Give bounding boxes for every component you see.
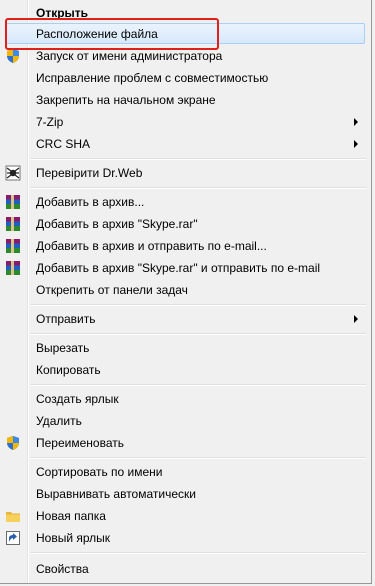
menu-item-label: Открепить от панели задач	[36, 283, 188, 297]
uac-shield-icon	[5, 435, 21, 451]
menu-item-label: Добавить в архив...	[36, 195, 145, 209]
menu-item-7zip[interactable]: 7-Zip	[2, 111, 368, 133]
menu-item-auto-arrange[interactable]: Выравнивать автоматически	[2, 483, 368, 505]
uac-shield-icon	[5, 48, 21, 64]
menu-item-label: Перевірити Dr.Web	[36, 166, 143, 180]
menu-item-label: 7-Zip	[36, 115, 64, 129]
menu-item-create-shortcut[interactable]: Создать ярлык	[2, 388, 368, 410]
menu-item-copy[interactable]: Копировать	[2, 359, 368, 381]
menu-separator	[30, 457, 366, 459]
shortcut-arrow-icon	[5, 530, 21, 546]
menu-item-properties[interactable]: Свойства	[2, 558, 368, 580]
menu-separator	[30, 304, 366, 306]
menu-item-add-to-skype-rar-and-email[interactable]: Добавить в архив "Skype.rar" и отправить…	[2, 257, 368, 279]
submenu-arrow-icon	[354, 118, 358, 126]
folder-icon	[5, 508, 21, 524]
menu-item-label: Отправить	[36, 312, 96, 326]
menu-item-label: Запуск от имени администратора	[36, 49, 223, 63]
menu-separator	[30, 384, 366, 386]
menu-separator	[30, 333, 366, 335]
menu-item-rename[interactable]: Переименовать	[2, 432, 368, 454]
submenu-arrow-icon	[354, 315, 358, 323]
menu-separator	[30, 187, 366, 189]
menu-item-new-shortcut[interactable]: Новый ярлык	[2, 527, 368, 549]
menu-item-crc-sha[interactable]: CRC SHA	[2, 133, 368, 155]
menu-item-label: Выравнивать автоматически	[36, 487, 196, 501]
menu-item-label: Переименовать	[36, 436, 124, 450]
menu-item-label: Вырезать	[36, 341, 90, 355]
menu-item-label: Новый ярлык	[36, 531, 111, 545]
menu-item-pin-to-start[interactable]: Закрепить на начальном экране	[2, 89, 368, 111]
red-annotation-box	[5, 18, 219, 50]
winrar-books-icon	[5, 216, 21, 232]
winrar-books-icon	[5, 238, 21, 254]
menu-item-label: Новая папка	[36, 509, 106, 523]
menu-item-delete[interactable]: Удалить	[2, 410, 368, 432]
menu-item-label: Свойства	[36, 562, 89, 576]
menu-item-label: Копировать	[36, 363, 101, 377]
submenu-arrow-icon	[354, 140, 358, 148]
menu-item-send-to[interactable]: Отправить	[2, 308, 368, 330]
context-menu: Открыть Расположение файла Запуск от име…	[0, 0, 372, 584]
menu-separator	[30, 552, 366, 554]
menu-item-add-to-archive-and-email[interactable]: Добавить в архив и отправить по e-mail..…	[2, 235, 368, 257]
menu-item-label: Закрепить на начальном экране	[36, 93, 216, 107]
menu-item-unpin-from-taskbar[interactable]: Открепить от панели задач	[2, 279, 368, 301]
menu-item-label: Сортировать по имени	[36, 465, 163, 479]
menu-item-sort-by-name[interactable]: Сортировать по имени	[2, 461, 368, 483]
menu-item-drweb-scan[interactable]: Перевірити Dr.Web	[2, 162, 368, 184]
winrar-books-icon	[5, 194, 21, 210]
menu-item-add-to-archive[interactable]: Добавить в архив...	[2, 191, 368, 213]
menu-item-label: CRC SHA	[36, 137, 91, 151]
menu-item-label: Добавить в архив и отправить по e-mail..…	[36, 239, 267, 253]
drweb-spider-icon	[5, 165, 21, 181]
menu-item-label: Создать ярлык	[36, 392, 119, 406]
winrar-books-icon	[5, 260, 21, 276]
menu-item-new-folder[interactable]: Новая папка	[2, 505, 368, 527]
menu-item-label: Добавить в архив "Skype.rar" и отправить…	[36, 261, 321, 275]
menu-item-label: Исправление проблем с совместимостью	[36, 71, 269, 85]
menu-item-label: Удалить	[36, 414, 82, 428]
menu-item-troubleshoot-compatibility[interactable]: Исправление проблем с совместимостью	[2, 67, 368, 89]
menu-item-label: Добавить в архив "Skype.rar"	[36, 217, 198, 231]
menu-item-add-to-skype-rar[interactable]: Добавить в архив "Skype.rar"	[2, 213, 368, 235]
menu-item-cut[interactable]: Вырезать	[2, 337, 368, 359]
menu-separator	[30, 158, 366, 160]
